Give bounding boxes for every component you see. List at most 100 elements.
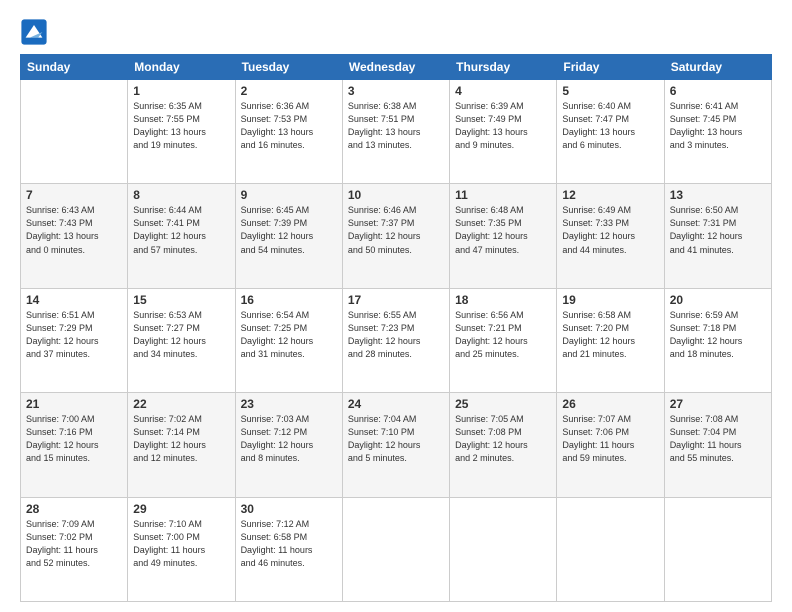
day-number: 14 <box>26 293 122 307</box>
day-info: Sunrise: 7:10 AMSunset: 7:00 PMDaylight:… <box>133 518 229 570</box>
weekday-header-wednesday: Wednesday <box>342 55 449 80</box>
calendar-cell: 9 Sunrise: 6:45 AMSunset: 7:39 PMDaylight… <box>235 184 342 288</box>
day-info: Sunrise: 6:45 AMSunset: 7:39 PMDaylight:… <box>241 204 337 256</box>
day-info: Sunrise: 7:08 AMSunset: 7:04 PMDaylight:… <box>670 413 766 465</box>
calendar-week-4: 21 Sunrise: 7:00 AMSunset: 7:16 PMDayligh… <box>21 393 772 497</box>
header <box>20 18 772 46</box>
weekday-header-sunday: Sunday <box>21 55 128 80</box>
calendar-cell: 7 Sunrise: 6:43 AMSunset: 7:43 PMDaylight… <box>21 184 128 288</box>
calendar-cell: 22 Sunrise: 7:02 AMSunset: 7:14 PMDayligh… <box>128 393 235 497</box>
day-number: 9 <box>241 188 337 202</box>
day-info: Sunrise: 6:51 AMSunset: 7:29 PMDaylight:… <box>26 309 122 361</box>
calendar-cell: 10 Sunrise: 6:46 AMSunset: 7:37 PMDayligh… <box>342 184 449 288</box>
day-info: Sunrise: 6:56 AMSunset: 7:21 PMDaylight:… <box>455 309 551 361</box>
day-info: Sunrise: 6:36 AMSunset: 7:53 PMDaylight:… <box>241 100 337 152</box>
day-number: 23 <box>241 397 337 411</box>
day-number: 11 <box>455 188 551 202</box>
calendar-week-1: 1Sunrise: 6:35 AMSunset: 7:55 PMDaylight… <box>21 80 772 184</box>
day-info: Sunrise: 7:07 AMSunset: 7:06 PMDaylight:… <box>562 413 658 465</box>
day-info: Sunrise: 6:46 AMSunset: 7:37 PMDaylight:… <box>348 204 444 256</box>
calendar-cell: 12Sunrise: 6:49 AMSunset: 7:33 PMDayligh… <box>557 184 664 288</box>
weekday-header-thursday: Thursday <box>450 55 557 80</box>
day-info: Sunrise: 6:55 AMSunset: 7:23 PMDaylight:… <box>348 309 444 361</box>
day-number: 22 <box>133 397 229 411</box>
calendar-week-5: 28 Sunrise: 7:09 AMSunset: 7:02 PMDayligh… <box>21 497 772 601</box>
calendar-cell: 19 Sunrise: 6:58 AMSunset: 7:20 PMDayligh… <box>557 288 664 392</box>
day-number: 21 <box>26 397 122 411</box>
day-number: 8 <box>133 188 229 202</box>
calendar-cell: 13 Sunrise: 6:50 AMSunset: 7:31 PMDayligh… <box>664 184 771 288</box>
calendar-cell: 24Sunrise: 7:04 AMSunset: 7:10 PMDayligh… <box>342 393 449 497</box>
calendar-cell: 15 Sunrise: 6:53 AMSunset: 7:27 PMDayligh… <box>128 288 235 392</box>
day-number: 20 <box>670 293 766 307</box>
day-number: 6 <box>670 84 766 98</box>
day-number: 29 <box>133 502 229 516</box>
day-info: Sunrise: 7:04 AMSunset: 7:10 PMDaylight:… <box>348 413 444 465</box>
day-number: 17 <box>348 293 444 307</box>
calendar-cell: 20 Sunrise: 6:59 AMSunset: 7:18 PMDayligh… <box>664 288 771 392</box>
day-info: Sunrise: 7:05 AMSunset: 7:08 PMDaylight:… <box>455 413 551 465</box>
calendar-cell: 29 Sunrise: 7:10 AMSunset: 7:00 PMDayligh… <box>128 497 235 601</box>
day-number: 25 <box>455 397 551 411</box>
calendar-week-2: 7 Sunrise: 6:43 AMSunset: 7:43 PMDaylight… <box>21 184 772 288</box>
day-number: 16 <box>241 293 337 307</box>
calendar-week-3: 14 Sunrise: 6:51 AMSunset: 7:29 PMDayligh… <box>21 288 772 392</box>
day-info: Sunrise: 6:59 AMSunset: 7:18 PMDaylight:… <box>670 309 766 361</box>
calendar-cell: 25 Sunrise: 7:05 AMSunset: 7:08 PMDayligh… <box>450 393 557 497</box>
day-number: 10 <box>348 188 444 202</box>
day-number: 27 <box>670 397 766 411</box>
weekday-header-saturday: Saturday <box>664 55 771 80</box>
day-info: Sunrise: 6:38 AMSunset: 7:51 PMDaylight:… <box>348 100 444 152</box>
day-info: Sunrise: 7:12 AMSunset: 6:58 PMDaylight:… <box>241 518 337 570</box>
day-number: 30 <box>241 502 337 516</box>
day-number: 19 <box>562 293 658 307</box>
day-info: Sunrise: 6:41 AMSunset: 7:45 PMDaylight:… <box>670 100 766 152</box>
calendar-cell: 6 Sunrise: 6:41 AMSunset: 7:45 PMDaylight… <box>664 80 771 184</box>
weekday-header-friday: Friday <box>557 55 664 80</box>
day-info: Sunrise: 7:02 AMSunset: 7:14 PMDaylight:… <box>133 413 229 465</box>
logo <box>20 18 50 46</box>
calendar-cell: 3Sunrise: 6:38 AMSunset: 7:51 PMDaylight… <box>342 80 449 184</box>
calendar-cell: 30 Sunrise: 7:12 AMSunset: 6:58 PMDayligh… <box>235 497 342 601</box>
day-number: 15 <box>133 293 229 307</box>
calendar-cell: 1Sunrise: 6:35 AMSunset: 7:55 PMDaylight… <box>128 80 235 184</box>
calendar-cell: 23Sunrise: 7:03 AMSunset: 7:12 PMDayligh… <box>235 393 342 497</box>
day-info: Sunrise: 7:00 AMSunset: 7:16 PMDaylight:… <box>26 413 122 465</box>
calendar-cell: 4 Sunrise: 6:39 AMSunset: 7:49 PMDaylight… <box>450 80 557 184</box>
calendar: SundayMondayTuesdayWednesdayThursdayFrid… <box>20 54 772 602</box>
day-number: 5 <box>562 84 658 98</box>
calendar-cell: 17 Sunrise: 6:55 AMSunset: 7:23 PMDayligh… <box>342 288 449 392</box>
weekday-header-tuesday: Tuesday <box>235 55 342 80</box>
calendar-cell <box>450 497 557 601</box>
day-number: 12 <box>562 188 658 202</box>
day-number: 2 <box>241 84 337 98</box>
day-number: 28 <box>26 502 122 516</box>
calendar-cell: 14 Sunrise: 6:51 AMSunset: 7:29 PMDayligh… <box>21 288 128 392</box>
day-info: Sunrise: 6:53 AMSunset: 7:27 PMDaylight:… <box>133 309 229 361</box>
day-number: 7 <box>26 188 122 202</box>
day-info: Sunrise: 6:35 AMSunset: 7:55 PMDaylight:… <box>133 100 229 152</box>
day-info: Sunrise: 6:44 AMSunset: 7:41 PMDaylight:… <box>133 204 229 256</box>
day-number: 4 <box>455 84 551 98</box>
calendar-cell: 11 Sunrise: 6:48 AMSunset: 7:35 PMDayligh… <box>450 184 557 288</box>
day-info: Sunrise: 6:48 AMSunset: 7:35 PMDaylight:… <box>455 204 551 256</box>
day-number: 26 <box>562 397 658 411</box>
day-number: 13 <box>670 188 766 202</box>
day-info: Sunrise: 6:58 AMSunset: 7:20 PMDaylight:… <box>562 309 658 361</box>
calendar-cell: 16Sunrise: 6:54 AMSunset: 7:25 PMDayligh… <box>235 288 342 392</box>
calendar-cell <box>664 497 771 601</box>
logo-icon <box>20 18 48 46</box>
day-info: Sunrise: 6:39 AMSunset: 7:49 PMDaylight:… <box>455 100 551 152</box>
calendar-header-row: SundayMondayTuesdayWednesdayThursdayFrid… <box>21 55 772 80</box>
calendar-cell: 2 Sunrise: 6:36 AMSunset: 7:53 PMDaylight… <box>235 80 342 184</box>
day-info: Sunrise: 6:50 AMSunset: 7:31 PMDaylight:… <box>670 204 766 256</box>
calendar-cell <box>342 497 449 601</box>
calendar-cell <box>557 497 664 601</box>
page: SundayMondayTuesdayWednesdayThursdayFrid… <box>0 0 792 612</box>
day-info: Sunrise: 7:09 AMSunset: 7:02 PMDaylight:… <box>26 518 122 570</box>
day-info: Sunrise: 6:43 AMSunset: 7:43 PMDaylight:… <box>26 204 122 256</box>
calendar-cell: 28 Sunrise: 7:09 AMSunset: 7:02 PMDayligh… <box>21 497 128 601</box>
calendar-cell: 5Sunrise: 6:40 AMSunset: 7:47 PMDaylight… <box>557 80 664 184</box>
calendar-cell: 26 Sunrise: 7:07 AMSunset: 7:06 PMDayligh… <box>557 393 664 497</box>
day-number: 18 <box>455 293 551 307</box>
